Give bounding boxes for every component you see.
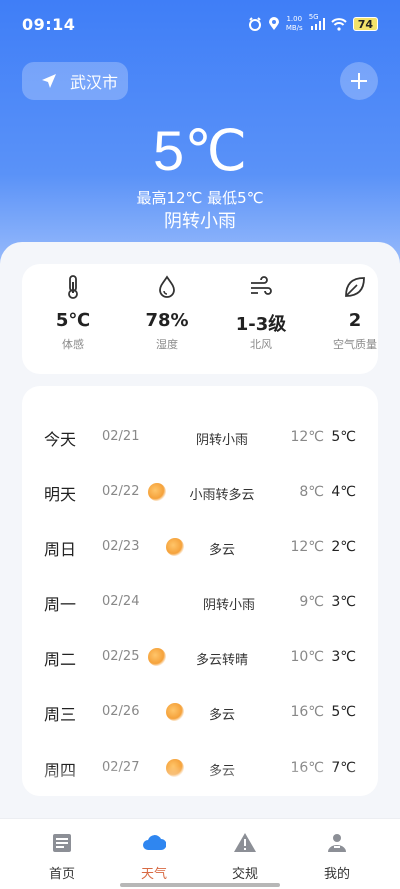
forecast-day: 周日 (44, 540, 77, 559)
location-pin-icon (268, 17, 279, 30)
forecast-desc: 多云转晴 (195, 653, 248, 668)
profile-icon (328, 834, 346, 852)
forecast-high: 10℃ (290, 649, 324, 665)
forecast-day: 周三 (44, 705, 77, 724)
partly-cloudy-icon (148, 483, 166, 501)
forecast-date: 02/22 (102, 484, 140, 499)
forecast-row[interactable]: 周二 02/25 多云转晴 10℃ 3℃ (22, 642, 378, 672)
forecast-high: 12℃ (290, 539, 324, 555)
current-temperature: 5℃ (152, 119, 248, 182)
metric-label: 体感 (62, 338, 84, 351)
tab-label: 首页 (48, 867, 75, 882)
metric-label: 湿度 (156, 338, 178, 351)
forecast-date: 02/26 (102, 704, 140, 719)
cloud-icon (143, 835, 166, 850)
tab-traffic-rules[interactable]: 交规 (195, 819, 295, 889)
metric-value: 1-3级 (235, 314, 287, 335)
forecast-card: 今天 02/21 阴转小雨 12℃ 5℃ 明天 02/22 小雨转多云 8℃ 4… (22, 386, 378, 796)
network-speed: 1.00 MB/s (286, 15, 303, 33)
sun-icon (148, 648, 166, 666)
metric-value: 78% (145, 310, 189, 331)
home-indicator[interactable] (120, 883, 280, 887)
forecast-low: 3℃ (331, 594, 356, 610)
battery-indicator: 74 (352, 17, 378, 31)
forecast-row[interactable]: 明天 02/22 小雨转多云 8℃ 4℃ (22, 477, 378, 507)
scroll-fade (22, 766, 378, 796)
forecast-high: 8℃ (299, 484, 324, 500)
forecast-low: 5℃ (331, 704, 356, 720)
plus-icon (351, 73, 367, 89)
forecast-row[interactable]: 今天 02/21 阴转小雨 12℃ 5℃ (22, 422, 378, 452)
forecast-high: 12℃ (290, 429, 324, 445)
forecast-low: 2℃ (331, 539, 356, 555)
forecast-day: 今天 (44, 430, 77, 449)
metrics-card: 5℃ 体感 78% 湿度 1-3级 北风 2 空气质量 (22, 264, 378, 374)
metric-value: 2 (348, 310, 362, 331)
forecast-desc: 多云 (208, 708, 235, 723)
forecast-high: 9℃ (299, 594, 324, 610)
forecast-date: 02/24 (102, 594, 140, 609)
status-bar: 09:14 1.00 MB/s 5G 74 (0, 0, 400, 48)
metric-value: 5℃ (55, 310, 91, 331)
forecast-day: 周二 (44, 650, 77, 669)
thermometer-icon (68, 275, 78, 299)
tab-weather[interactable]: 天气 (104, 819, 204, 889)
forecast-day: 周一 (44, 595, 77, 614)
network-speed-unit: MB/s (285, 24, 303, 32)
forecast-row[interactable]: 周日 02/23 多云 12℃ 2℃ (22, 532, 378, 562)
forecast-day: 明天 (44, 485, 77, 504)
current-condition: 阴转小雨 (164, 211, 236, 232)
status-icons: 1.00 MB/s 5G 74 (248, 13, 378, 33)
forecast-low: 4℃ (331, 484, 356, 500)
tab-home[interactable]: 首页 (12, 819, 112, 889)
tab-label: 天气 (140, 867, 167, 882)
water-drop-icon (159, 275, 175, 298)
bottom-tab-bar: 首页 天气 交规 我的 (0, 818, 400, 889)
forecast-date: 02/23 (102, 539, 140, 554)
forecast-desc: 小雨转多云 (189, 488, 255, 503)
city-name: 武汉市 (70, 73, 119, 92)
location-button[interactable]: 武汉市 (22, 62, 128, 100)
forecast-desc: 多云 (208, 543, 235, 558)
forecast-low: 5℃ (331, 429, 356, 445)
warning-icon (234, 833, 256, 852)
navigation-arrow-icon (42, 74, 56, 88)
status-time: 09:14 (22, 14, 76, 34)
forecast-low: 3℃ (331, 649, 356, 665)
wind-icon (251, 276, 272, 295)
home-icon (53, 834, 71, 852)
leaf-icon (345, 277, 365, 297)
tab-profile[interactable]: 我的 (287, 819, 387, 889)
metric-label: 北风 (250, 338, 272, 351)
forecast-desc: 阴转小雨 (195, 433, 248, 448)
forecast-row[interactable]: 周一 02/24 阴转小雨 9℃ 3℃ (22, 587, 378, 617)
alarm-icon (248, 17, 261, 31)
forecast-high: 16℃ (290, 704, 324, 720)
cell-signal-icon: 5G (309, 13, 325, 31)
network-speed-value: 1.00 (286, 15, 303, 23)
forecast-date: 02/25 (102, 649, 140, 664)
add-city-button[interactable] (340, 62, 378, 100)
tab-label: 交规 (231, 867, 258, 882)
tab-label: 我的 (323, 867, 350, 882)
forecast-desc: 阴转小雨 (202, 598, 255, 613)
forecast-row[interactable]: 周三 02/26 多云 16℃ 5℃ (22, 697, 378, 727)
wifi-icon (330, 17, 347, 31)
forecast-date: 02/21 (102, 429, 140, 444)
temperature-range: 最高12℃ 最低5℃ (136, 189, 264, 207)
metric-label: 空气质量 (333, 338, 377, 351)
